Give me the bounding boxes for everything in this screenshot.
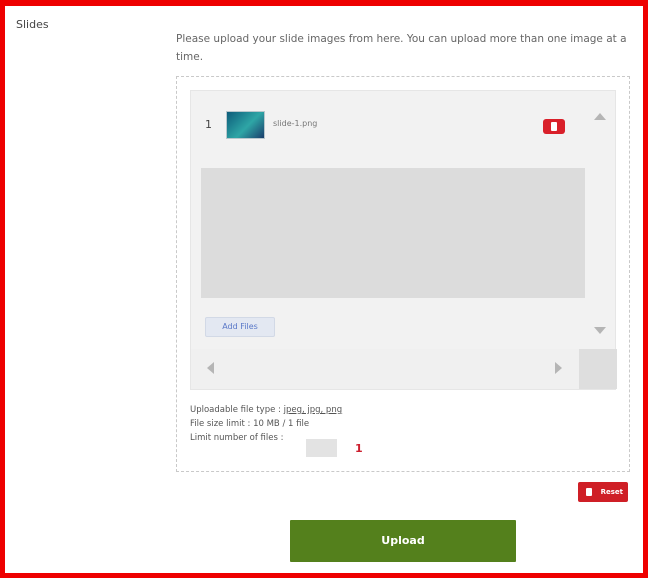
- file-type-label: Uploadable file type :: [190, 405, 284, 415]
- horizontal-scrollbar[interactable]: [191, 349, 617, 389]
- scrollbar-corner: [579, 349, 617, 389]
- reset-button[interactable]: Reset: [578, 482, 628, 502]
- file-size-limit: File size limit : 10 MB / 1 file: [190, 419, 310, 429]
- upload-button[interactable]: Upload: [290, 520, 516, 562]
- file-name: slide-1.png: [273, 119, 318, 128]
- file-type-info: Uploadable file type : jpeg, jpg, png: [190, 404, 342, 416]
- chevron-up-icon[interactable]: [594, 113, 606, 120]
- annotation-marker: 1: [355, 442, 363, 455]
- section-label: Slides: [16, 18, 49, 31]
- vertical-scrollbar[interactable]: [585, 91, 615, 349]
- image-preview-area: [201, 168, 587, 298]
- trash-icon: [586, 488, 592, 496]
- file-list-item[interactable]: 1 slide-1.png: [191, 91, 583, 153]
- file-count-limit: Limit number of files :: [190, 432, 283, 444]
- image-thumbnail-icon: [226, 111, 265, 139]
- reset-button-label: Reset: [600, 488, 623, 496]
- chevron-right-icon[interactable]: [555, 362, 562, 374]
- file-count-field: [306, 439, 337, 457]
- file-index: 1: [205, 118, 212, 131]
- chevron-left-icon[interactable]: [207, 362, 214, 374]
- file-type-value: jpeg, jpg, png: [283, 405, 343, 415]
- chevron-down-icon[interactable]: [594, 327, 606, 334]
- file-count-label: Limit number of files :: [190, 433, 284, 443]
- file-list-panel: 1 slide-1.png Add Files: [190, 90, 617, 390]
- upload-instructions: Please upload your slide images from her…: [176, 33, 627, 63]
- delete-file-icon[interactable]: [543, 119, 565, 134]
- add-files-button[interactable]: Add Files: [205, 317, 275, 337]
